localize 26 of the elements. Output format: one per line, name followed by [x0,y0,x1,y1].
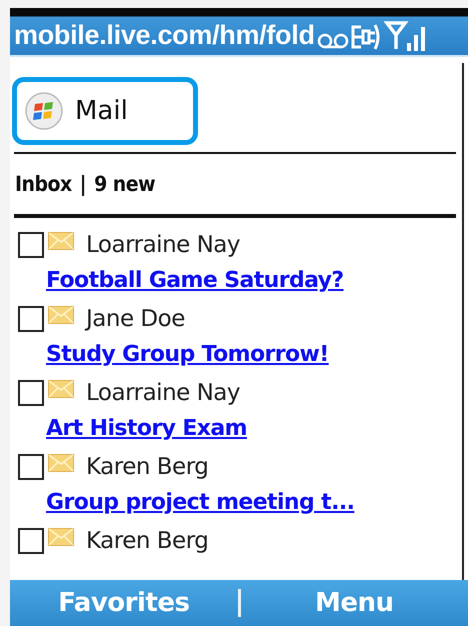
subject-link[interactable]: Study Group Tomorrow! [46,338,329,374]
sender-name: Loarraine Nay [86,380,240,406]
subject-link[interactable]: Art History Exam [46,412,247,448]
header-separator: | [80,172,86,196]
sender-name: Karen Berg [86,528,208,554]
envelope-icon [48,528,74,546]
envelope-icon [48,306,74,324]
folder-name: Inbox [15,172,72,196]
envelope-icon [48,232,74,250]
mail-title: Mail [75,96,128,126]
mail-tab[interactable]: Mail [12,77,198,145]
envelope-icon [48,380,74,398]
subject-link[interactable]: Group project meeting t... [46,486,354,522]
url-text: mobile.live.com/hm/fold [14,20,315,51]
envelope-icon [48,454,74,472]
sender-name: Karen Berg [86,454,208,480]
sender-name: Loarraine Nay [86,232,240,258]
subject-link[interactable]: Football Game Saturday? [46,264,344,300]
message-checkbox[interactable] [18,232,44,258]
message-checkbox[interactable] [18,380,44,406]
sender-name: Jane Doe [86,306,185,332]
windows-logo-icon [25,92,63,130]
message-checkbox[interactable] [18,306,44,332]
message-checkbox[interactable] [18,454,44,480]
new-count: 9 new [94,172,156,196]
message-checkbox[interactable] [18,528,44,554]
